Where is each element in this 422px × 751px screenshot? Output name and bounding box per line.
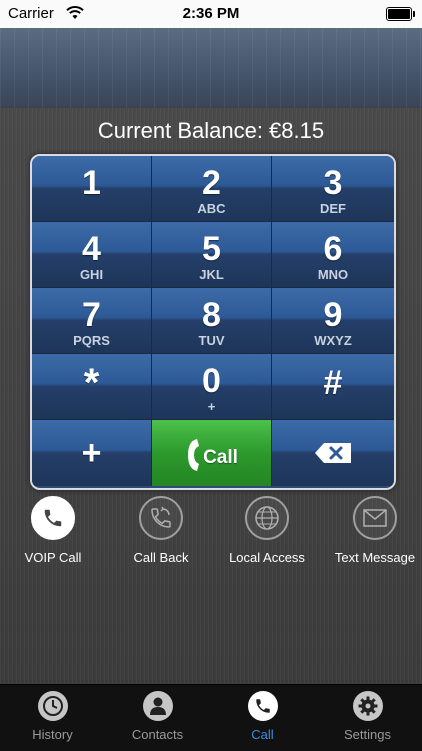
key-digit: 9 [323, 296, 343, 334]
envelope-icon [353, 496, 397, 540]
key-plus[interactable]: + [32, 420, 152, 486]
key-letters: DEF [320, 201, 346, 216]
call-button[interactable]: Call [152, 420, 272, 486]
tab-label: Contacts [131, 727, 184, 742]
key-digit: 5 [202, 230, 221, 268]
mode-label: Call Back [133, 550, 189, 565]
globe-icon [245, 496, 289, 540]
tab-settings[interactable]: Settings [315, 691, 420, 742]
tab-history[interactable]: History [0, 691, 105, 742]
dial-keypad: 1 2 ABC 3 DEF 4 GHI 5 JKL 6 MNO 7 PQRS 8… [30, 154, 396, 490]
person-icon [142, 691, 173, 721]
key-star[interactable]: * [32, 354, 152, 420]
mode-voip-call[interactable]: VOIP Call [0, 496, 108, 565]
mode-call-back[interactable]: Call Back [106, 496, 216, 565]
key-digit: * [83, 361, 100, 405]
call-mode-bar: VOIP Call Call Back Local Access Text Me… [0, 496, 422, 576]
key-digit: 4 [82, 230, 101, 268]
key-digit: 6 [323, 230, 343, 268]
tab-bar: History Contacts Call Settings [0, 684, 422, 751]
key-5[interactable]: 5 JKL [152, 222, 272, 288]
phone-icon [185, 438, 201, 478]
gear-icon [352, 691, 383, 721]
key-0[interactable]: 0 + [152, 354, 272, 420]
key-letters: PQRS [73, 333, 110, 348]
mode-local-access[interactable]: Local Access [212, 496, 322, 565]
key-6[interactable]: 6 MNO [272, 222, 394, 288]
key-letters: JKL [199, 267, 224, 282]
tab-contacts[interactable]: Contacts [105, 691, 210, 742]
phone-icon [31, 496, 75, 540]
key-1[interactable]: 1 [32, 156, 152, 222]
key-3[interactable]: 3 DEF [272, 156, 394, 222]
battery-icon [386, 7, 415, 21]
mode-label: VOIP Call [24, 550, 82, 565]
mode-text-message[interactable]: Text Message [316, 496, 422, 565]
tab-label: Call [251, 727, 274, 742]
key-4[interactable]: 4 GHI [32, 222, 152, 288]
key-digit: 7 [82, 296, 101, 334]
backspace-icon [272, 442, 394, 469]
mode-label: Text Message [334, 550, 416, 565]
key-7[interactable]: 7 PQRS [32, 288, 152, 354]
key-letters: GHI [79, 267, 104, 282]
mode-label: Local Access [229, 550, 305, 565]
key-9[interactable]: 9 WXYZ [272, 288, 394, 354]
status-bar: Carrier 2:36 PM [0, 0, 422, 28]
clock-time: 2:36 PM [182, 5, 240, 22]
tab-call[interactable]: Call [210, 691, 315, 742]
key-letters: WXYZ [314, 333, 352, 348]
current-balance: Current Balance: €8.15 [97, 118, 325, 143]
tab-label: History [32, 727, 73, 742]
call-label: Call [203, 447, 238, 469]
key-hash[interactable]: # [272, 354, 394, 420]
key-digit: 1 [82, 164, 101, 202]
header-banner [0, 28, 422, 108]
tab-label: Settings [344, 727, 391, 742]
key-digit: 8 [202, 296, 221, 334]
key-letters: MNO [317, 267, 349, 282]
callback-icon [139, 496, 183, 540]
key-8[interactable]: 8 TUV [152, 288, 272, 354]
key-letters: + [207, 399, 216, 414]
key-letters: ABC [197, 201, 226, 216]
key-digit: 3 [323, 164, 343, 202]
key-letters: TUV [198, 333, 225, 348]
key-digit: # [323, 364, 343, 402]
clock-icon [37, 691, 68, 721]
backspace-button[interactable] [272, 420, 394, 486]
phone-icon [247, 691, 278, 721]
key-digit: 2 [202, 164, 221, 202]
key-digit: 0 [202, 362, 221, 400]
key-digit: + [81, 434, 102, 472]
key-2[interactable]: 2 ABC [152, 156, 272, 222]
